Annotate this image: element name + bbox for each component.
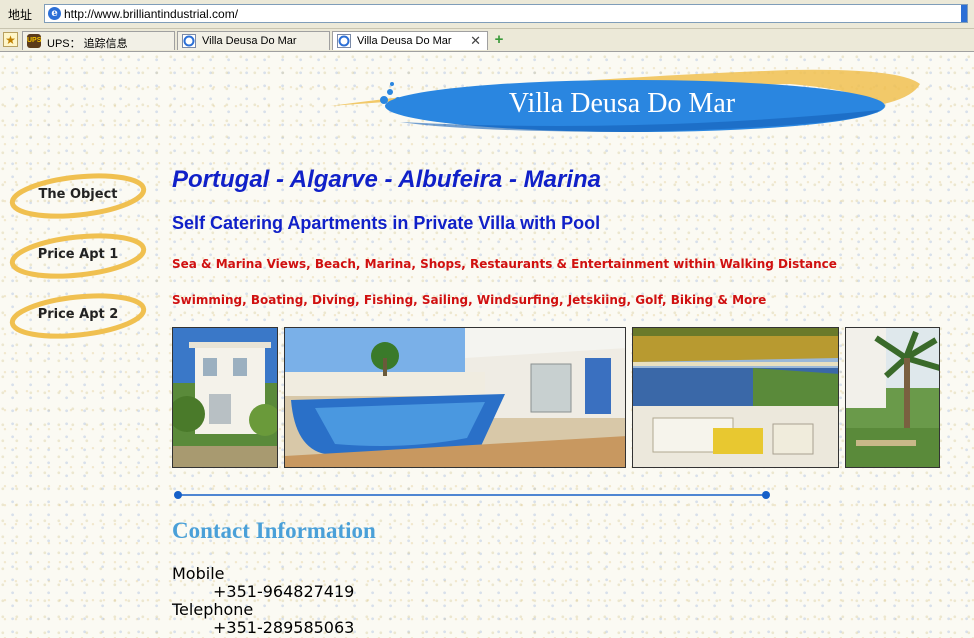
telephone-value: +351-289585063 [213,618,355,637]
address-dropdown[interactable] [961,5,967,22]
nav-label: The Object [38,187,118,202]
tab-villa-1[interactable]: Villa Deusa Do Mar [177,31,330,50]
web-page: Villa Deusa Do Mar The Object Price Apt … [0,52,974,638]
nav-price-apt-2[interactable]: Price Apt 2 [8,292,150,340]
ie-page-icon [182,34,196,51]
photo-terrace-sea-view[interactable] [632,327,839,468]
highlight-location: Sea & Marina Views, Beach, Marina, Shops… [172,257,837,271]
tab-label: Villa Deusa Do Mar [357,35,452,47]
highlight-activities: Swimming, Boating, Diving, Fishing, Sail… [172,293,767,307]
site-banner: Villa Deusa Do Mar [320,62,930,142]
ie-page-icon [337,34,351,51]
tab-bar: ★ UPS UPS： 追踪信息 Villa Deusa Do Mar Villa… [0,29,974,52]
tab-label: UPS： 追踪信息 [47,38,128,50]
tab-ups[interactable]: UPS UPS： 追踪信息 [22,31,175,50]
photo-garden-palm[interactable] [845,327,940,468]
url-text: http://www.brilliantindustrial.com/ [64,7,239,21]
page-subheading: Self Catering Apartments in Private Vill… [172,213,601,233]
ups-icon: UPS [27,34,41,48]
nav-price-apt-1[interactable]: Price Apt 1 [8,232,150,280]
section-divider [174,491,770,499]
nav-label: Price Apt 2 [37,307,119,322]
address-bar: 地址 e http://www.brilliantindustrial.com/ [0,0,974,29]
favorites-star-icon[interactable]: ★ [3,32,18,47]
mobile-label: Mobile [172,564,225,583]
photo-villa-exterior[interactable] [172,327,278,468]
address-input[interactable]: e http://www.brilliantindustrial.com/ [44,4,968,23]
new-tab-icon[interactable]: + [491,32,507,48]
telephone-label: Telephone [172,600,254,619]
mobile-value: +351-964827419 [213,582,355,601]
page-heading: Portugal - Algarve - Albufeira - Marina [172,166,601,193]
nav-the-object[interactable]: The Object [8,172,150,220]
tab-villa-2[interactable]: Villa Deusa Do Mar ✕ [332,31,488,50]
photo-pool[interactable] [284,327,626,468]
ie-page-icon: e [48,7,61,20]
contact-title: Contact Information [172,518,376,543]
close-icon[interactable]: ✕ [470,33,481,49]
nav-label: Price Apt 1 [37,247,119,262]
tab-label: Villa Deusa Do Mar [202,35,297,47]
address-label: 地址 [8,8,33,22]
site-title: Villa Deusa Do Mar [508,88,736,119]
